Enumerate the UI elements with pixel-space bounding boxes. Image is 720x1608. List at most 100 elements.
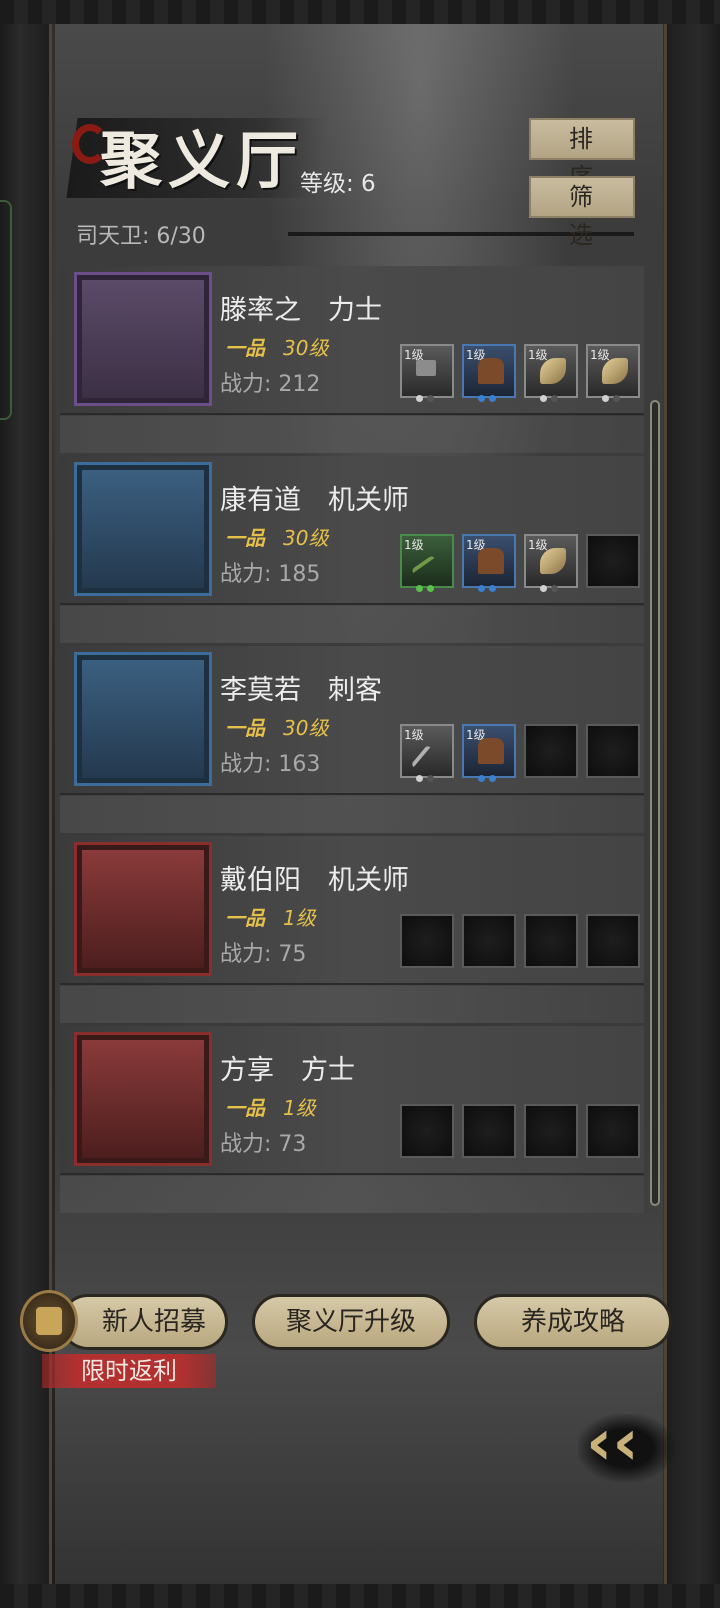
empty-equipment-slot[interactable] (524, 1104, 578, 1158)
hero-card[interactable]: 李莫若 刺客一品 30级战力: 163 1级 1级 (60, 646, 644, 833)
equipment-row: 1级 1级 1级 (400, 534, 640, 592)
sort-button[interactable]: 排序 (529, 118, 635, 191)
hero-rank: 一品 30级 (225, 712, 328, 741)
hero-rank: 一品 30级 (225, 332, 328, 361)
hero-power: 战力: 75 (220, 942, 307, 967)
hero-portrait-art (82, 470, 204, 588)
gem-dots (416, 387, 442, 402)
equipment-slot[interactable]: 1级 (400, 534, 454, 592)
armor-icon (478, 738, 504, 764)
horn-icon (540, 548, 566, 574)
gem-dots (478, 767, 504, 782)
hero-grade: 一品 (225, 716, 265, 740)
empty-equipment-slot[interactable] (586, 914, 640, 968)
armor-icon (478, 548, 504, 574)
hero-name: 戴伯阳 机关师 (220, 865, 409, 896)
filter-button[interactable]: 筛选 (529, 176, 635, 249)
hero-name: 方享 方士 (220, 1055, 355, 1086)
hero-power: 战力: 185 (220, 562, 321, 587)
hero-portrait-art (82, 1040, 204, 1158)
hero-level: 30级 (283, 526, 329, 550)
empty-equipment-slot[interactable] (586, 1104, 640, 1158)
equipment-level: 1级 (590, 348, 610, 362)
hero-portrait-art (82, 660, 204, 778)
hero-rank: 一品 1级 (225, 902, 316, 931)
hero-power: 战力: 212 (220, 372, 321, 397)
hero-card[interactable]: 方享 方士一品 1级战力: 73 (60, 1026, 644, 1213)
top-border (0, 0, 720, 24)
equipment-slot[interactable]: 1级 (524, 344, 578, 402)
equipment-slot[interactable]: 1级 (400, 724, 454, 782)
page-title: 聚义厅 (100, 124, 305, 197)
hero-name: 康有道 机关师 (220, 485, 409, 516)
hero-level: 30级 (283, 716, 329, 740)
equipment-row (400, 1104, 640, 1158)
training-guide-button[interactable]: 养成攻略 (474, 1294, 672, 1350)
hero-name: 李莫若 刺客 (220, 675, 382, 706)
hero-level: 1级 (283, 906, 316, 930)
right-pillar (664, 24, 720, 1584)
equipment-slot[interactable]: 1级 (524, 534, 578, 592)
empty-equipment-slot[interactable] (462, 914, 516, 968)
hero-grade: 一品 (225, 526, 265, 550)
hero-portrait-art (82, 280, 204, 398)
recruit-badge-icon[interactable] (20, 1290, 78, 1352)
hero-power: 战力: 73 (220, 1132, 307, 1157)
hero-portrait[interactable] (74, 652, 212, 786)
equipment-row: 1级 1级 1级 1级 (400, 344, 640, 402)
equipment-slot[interactable]: 1级 (462, 344, 516, 402)
equipment-row: 1级 1级 (400, 724, 640, 782)
bottom-border (0, 1584, 720, 1608)
double-chevron-left-icon: ‹‹ (586, 1406, 639, 1480)
empty-equipment-slot[interactable] (524, 914, 578, 968)
hero-grade: 一品 (225, 1096, 265, 1120)
gem-dots (478, 577, 504, 592)
empty-equipment-slot[interactable] (586, 534, 640, 588)
horn-icon (540, 358, 566, 384)
hero-portrait[interactable] (74, 272, 212, 406)
side-tab[interactable] (0, 200, 12, 420)
gem-dots (602, 387, 628, 402)
hero-rank: 一品 30级 (225, 522, 328, 551)
empty-equipment-slot[interactable] (586, 724, 640, 778)
hammer-icon (416, 360, 436, 376)
equipment-slot[interactable]: 1级 (462, 534, 516, 592)
hero-card[interactable]: 滕率之 力士 一品 30级 战力: 212 1级 1级 1级 1级 (60, 266, 644, 453)
hero-portrait[interactable] (74, 842, 212, 976)
gem-dots (540, 577, 566, 592)
hero-grade: 一品 (225, 906, 265, 930)
hero-portrait[interactable] (74, 462, 212, 596)
equipment-level: 1级 (404, 538, 424, 552)
equipment-slot[interactable]: 1级 (586, 344, 640, 402)
recruit-button[interactable]: 新人招募 (60, 1294, 228, 1350)
hero-card[interactable]: 康有道 机关师一品 30级战力: 185 1级 1级 1级 (60, 456, 644, 643)
gem-dots (540, 387, 566, 402)
horn-icon (602, 358, 628, 384)
hero-power: 战力: 163 (220, 752, 321, 777)
empty-equipment-slot[interactable] (400, 1104, 454, 1158)
gem-dots (416, 577, 442, 592)
equipment-level: 1级 (528, 538, 548, 552)
hero-card[interactable]: 戴伯阳 机关师一品 1级战力: 75 (60, 836, 644, 1023)
limited-rebate-tag[interactable]: 限时返利 (42, 1354, 216, 1388)
list-scrollbar[interactable] (650, 400, 660, 1206)
empty-equipment-slot[interactable] (462, 1104, 516, 1158)
guard-count: 司天卫: 6/30 (76, 224, 206, 249)
hall-upgrade-button[interactable]: 聚义厅升级 (252, 1294, 450, 1350)
equipment-row (400, 914, 640, 968)
hero-level: 1级 (283, 1096, 316, 1120)
hero-rank: 一品 1级 (225, 1092, 316, 1121)
hero-level: 30级 (283, 336, 329, 360)
hero-grade: 一品 (225, 336, 265, 360)
hall-level: 等级: 6 (300, 171, 376, 197)
back-button[interactable]: ‹‹ (578, 1406, 674, 1486)
equipment-level: 1级 (404, 728, 424, 742)
equipment-slot[interactable]: 1级 (400, 344, 454, 402)
equipment-slot[interactable]: 1级 (462, 724, 516, 782)
empty-equipment-slot[interactable] (524, 724, 578, 778)
empty-equipment-slot[interactable] (400, 914, 454, 968)
hero-name: 滕率之 力士 (220, 295, 382, 326)
armor-icon (478, 358, 504, 384)
gem-dots (416, 767, 442, 782)
hero-portrait[interactable] (74, 1032, 212, 1166)
